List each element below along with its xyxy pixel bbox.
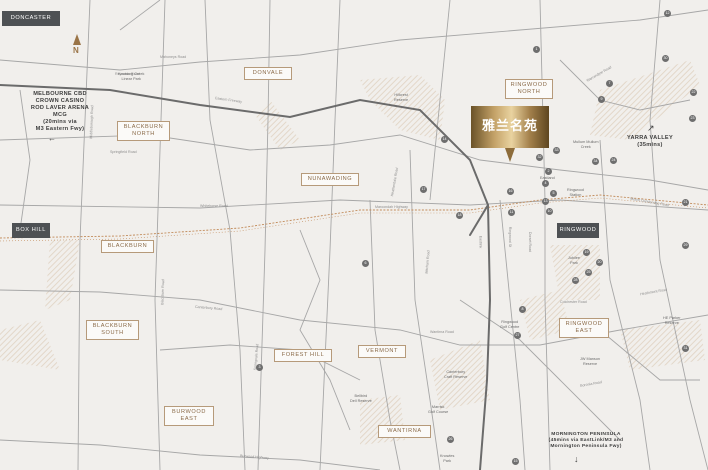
arrow-west-icon: ← — [48, 134, 56, 143]
poi-marker: 16 — [507, 188, 514, 195]
poi-marker: 18 — [456, 212, 463, 219]
poi-marker: 11 — [508, 209, 515, 216]
poi-marker: 27 — [514, 332, 521, 339]
road-ringwood-st: Ringwood St — [508, 226, 513, 248]
poi-marker: 30 — [662, 55, 669, 62]
place-he-parker: HE Parker Reserve — [663, 316, 681, 325]
poi-marker: 25 — [585, 269, 592, 276]
poi-marker: 2 — [545, 168, 552, 175]
suburb-blackburn-north: BLACKBURN NORTH — [117, 121, 170, 141]
north-arrow-icon — [73, 34, 81, 45]
arrow-northeast-icon: ↗ — [647, 123, 655, 133]
arrow-south-icon: ↓ — [574, 454, 579, 464]
road-dorset: Dorset Road — [528, 231, 533, 253]
place-jw-manson: JW Manson Reserve — [580, 357, 601, 366]
suburb-wantirna: WANTIRNA — [378, 425, 431, 438]
suburb-box-hill: BOX HILL — [12, 223, 50, 238]
road-whitehorse: Whitehorse Road — [200, 204, 228, 208]
poi-marker: 8 — [519, 306, 526, 313]
road-colchester: Colchester Road — [560, 300, 587, 304]
road-springfield: Springfield Road — [110, 150, 137, 154]
poi-marker: 29 — [682, 242, 689, 249]
poi-marker: 17 — [420, 186, 427, 193]
poi-marker: 15 — [512, 458, 519, 465]
poi-marker: 34 — [592, 158, 599, 165]
place-knowles: Knowles Park — [440, 454, 455, 463]
poi-marker: 4 — [542, 180, 549, 187]
poi-marker: 19 — [583, 249, 590, 256]
project-location-pin: 雅兰名苑 — [471, 106, 549, 148]
poi-marker: 3 — [256, 364, 263, 371]
poi-marker: 6 — [362, 260, 369, 267]
place-ringwood-golf: Ringwood Golf Centre — [500, 320, 520, 329]
poi-marker: 5 — [550, 190, 557, 197]
poi-marker: 14 — [441, 136, 448, 143]
suburb-ringwood-east: RINGWOOD EAST — [559, 318, 609, 338]
destination-yarra-valley: YARRA VALLEY (35mins) — [627, 135, 673, 148]
place-canterbury-craft: Canterbury Craft Reserve — [444, 370, 468, 379]
poi-marker: 28 — [572, 277, 579, 284]
poi-marker: 7 — [606, 80, 613, 87]
place-ringwood-station: Ringwood Station — [567, 188, 584, 197]
suburb-ringwood-north: RINGWOOD NORTH — [505, 79, 553, 99]
suburb-nunawading: NUNAWADING — [301, 173, 359, 186]
poi-marker: 31 — [682, 345, 689, 352]
poi-marker: 23 — [689, 115, 696, 122]
pin-pointer-icon — [505, 148, 515, 162]
suburb-donvale: DONVALE — [244, 67, 292, 80]
place-marrisk: Marrisk Golf Course — [428, 405, 449, 414]
place-jubilee: Jubilee Park — [568, 256, 581, 265]
suburb-blackburn: BLACKBURN — [101, 240, 154, 253]
poi-marker: 1 — [533, 46, 540, 53]
poi-marker: 21 — [682, 199, 689, 206]
destination-melbourne-cbd: MELBOURNE CBD CROWN CASINO ROD LAVER ARE… — [30, 91, 90, 132]
place-koonung: Koonung Creek Linear Park — [118, 72, 145, 81]
north-label: N — [73, 46, 79, 55]
suburb-forest-hill: FOREST HILL — [274, 349, 332, 362]
poi-marker: 33 — [553, 147, 560, 154]
poi-marker: 24 — [610, 157, 617, 164]
place-bellbird: Bellbird Dell Reserve — [350, 394, 372, 403]
suburb-doncaster: DONCASTER — [2, 11, 60, 26]
place-mullum: Mullum Mullum Creek — [573, 140, 599, 149]
road-mahoneys: Mahoneys Road — [160, 55, 187, 59]
suburb-blackburn-south: BLACKBURN SOUTH — [86, 320, 139, 340]
poi-marker: 32 — [536, 154, 543, 161]
poi-marker: 10 — [546, 208, 553, 215]
road-wantirna: Wantirna Road — [430, 330, 454, 334]
road-eastlink: Eastlink — [478, 235, 483, 249]
road-maroondah-hwy: Maroondah Highway — [375, 205, 408, 209]
place-hillcrest: Hillcrest Reserve — [394, 93, 409, 102]
suburb-vermont: VERMONT — [358, 345, 406, 358]
poi-marker: 13 — [542, 198, 549, 205]
destination-mornington: MORNINGTON PENINSULA (45mins via EastLin… — [548, 432, 624, 449]
poi-marker: 20 — [596, 259, 603, 266]
poi-marker: 22 — [690, 89, 697, 96]
poi-marker: 9 — [598, 96, 605, 103]
suburb-burwood-east: BURWOOD EAST — [164, 406, 214, 426]
poi-marker: 12 — [664, 10, 671, 17]
poi-marker: 26 — [447, 436, 454, 443]
suburb-ringwood: RINGWOOD — [557, 223, 599, 238]
